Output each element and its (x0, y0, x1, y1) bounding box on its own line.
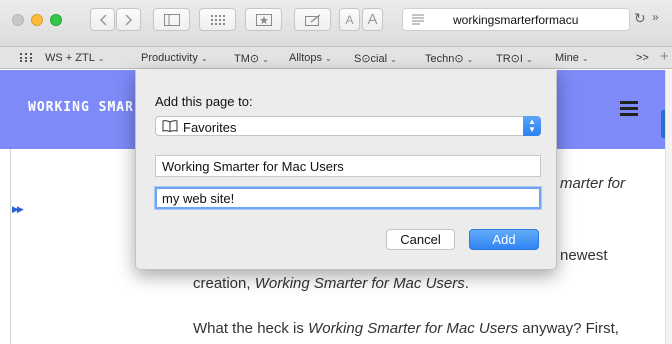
new-tab-plus-icon[interactable]: + (660, 48, 669, 65)
bookmark-label: S⊙cial (354, 53, 388, 65)
reader-icon[interactable] (411, 13, 425, 26)
article-text: anyway? First, (518, 320, 619, 337)
bookmark-label: Mine (555, 52, 579, 64)
article-text: creation, (193, 275, 255, 292)
bookmark-label: Techn⊙ (425, 53, 464, 65)
chevron-down-icon: ⌄ (325, 54, 332, 63)
bookmark-folder-mine[interactable]: Mine ⌄ (555, 52, 589, 64)
chevron-down-icon: ⌄ (262, 55, 269, 64)
bookmarks-bar: WS + ZTL ⌄ Productivity ⌄ TM⊙ ⌄ Alltops ⌄ S⊙… (0, 47, 672, 69)
address-text: workingsmarterformacu (453, 13, 579, 27)
bookmark-label: Alltops (289, 52, 323, 64)
cancel-button[interactable]: Cancel (386, 229, 455, 250)
article-text: . (464, 275, 469, 292)
grid-icon (210, 14, 225, 25)
chevron-right-icon (124, 13, 132, 26)
address-fade (579, 9, 629, 30)
bookmark-label: TM⊙ (234, 53, 260, 65)
address-bar[interactable]: workingsmarterformacu (402, 8, 630, 31)
hamburger-menu-icon[interactable] (620, 101, 638, 116)
zoom-window-button[interactable] (50, 14, 62, 26)
bookmark-title-field[interactable]: Working Smarter for Mac Users (155, 155, 541, 177)
bookmark-folder-techno[interactable]: Techn⊙ ⌄ (425, 52, 473, 65)
browser-toolbar: A A workingsmarterformacu ↻ » (0, 0, 672, 47)
selected-folder: Favorites (183, 120, 237, 135)
notes-button[interactable] (294, 8, 331, 31)
bookmark-folder-troi[interactable]: TR⊙I ⌄ (496, 52, 533, 65)
sidebar-button[interactable] (153, 8, 190, 31)
article-text: What the heck is (193, 320, 309, 337)
article-emphasis: Working Smarter for Mac Users (254, 275, 465, 292)
chevron-down-icon: ⌄ (97, 54, 105, 63)
add-bookmark-dialog: Add this page to: Favorites ▲ ▼ Working S… (135, 70, 557, 270)
toolbar-overflow-icon[interactable]: » (652, 10, 659, 24)
bookmark-folder-select[interactable]: Favorites ▲ ▼ (155, 116, 541, 136)
select-stepper-icon[interactable]: ▲ ▼ (523, 116, 541, 136)
chevron-down-icon: ⌄ (581, 54, 589, 63)
bookmark-label: Productivity (141, 52, 198, 64)
bookmark-folder-alltops[interactable]: Alltops ⌄ (289, 52, 332, 64)
article-emphasis: Working Smarter for Mac Users (308, 320, 519, 337)
bookmark-star-button[interactable] (245, 8, 282, 31)
star-icon (255, 13, 272, 26)
article-line: What the heck is Working Smarter for Mac… (193, 320, 619, 337)
bookmark-folder-tm[interactable]: TM⊙ ⌄ (234, 52, 269, 65)
book-icon (162, 120, 178, 132)
bookmark-label: WS + ZTL (45, 52, 95, 64)
pencil-icon (304, 13, 320, 26)
minimize-window-button[interactable] (31, 14, 43, 26)
font-small-icon: A (345, 12, 354, 27)
reload-icon[interactable]: ↻ (634, 10, 646, 27)
dialog-title: Add this page to: (155, 94, 253, 109)
bookmarks-overflow-button[interactable]: >> (636, 52, 649, 64)
text-larger-button[interactable]: A (362, 8, 383, 31)
top-sites-button[interactable] (199, 8, 236, 31)
bookmark-label: TR⊙I (496, 53, 523, 65)
scrollbar[interactable] (665, 70, 672, 344)
back-button[interactable] (90, 8, 115, 31)
content-border (10, 149, 11, 344)
article-line: creation, Working Smarter for Mac Users. (193, 275, 469, 292)
double-arrow-icon[interactable]: ▶▶ (12, 204, 24, 215)
font-large-icon: A (367, 11, 378, 28)
site-logo-text[interactable]: WORKING SMAR (28, 100, 134, 115)
close-window-button[interactable] (12, 14, 24, 26)
chevron-down-icon: ⌄ (200, 54, 208, 63)
sidebar-icon (163, 13, 180, 26)
chevron-down-icon: ⌄ (466, 55, 474, 64)
chevron-down-icon: ⌄ (525, 55, 533, 64)
text-smaller-button[interactable]: A (339, 8, 360, 31)
grid-icon[interactable] (20, 53, 32, 62)
bookmark-folder-productivity[interactable]: Productivity ⌄ (141, 52, 208, 64)
bookmark-description-field[interactable]: my web site! (155, 187, 541, 209)
bookmark-folder-social[interactable]: S⊙cial ⌄ (354, 52, 397, 65)
bookmark-folder-ws-ztl[interactable]: WS + ZTL ⌄ (45, 52, 105, 64)
chevron-left-icon (99, 13, 107, 26)
article-text-fragment: marter for (560, 175, 626, 192)
forward-button[interactable] (116, 8, 141, 31)
add-button[interactable]: Add (469, 229, 539, 250)
article-text-fragment: newest (560, 247, 608, 264)
chevron-down-icon: ⌄ (390, 55, 397, 64)
